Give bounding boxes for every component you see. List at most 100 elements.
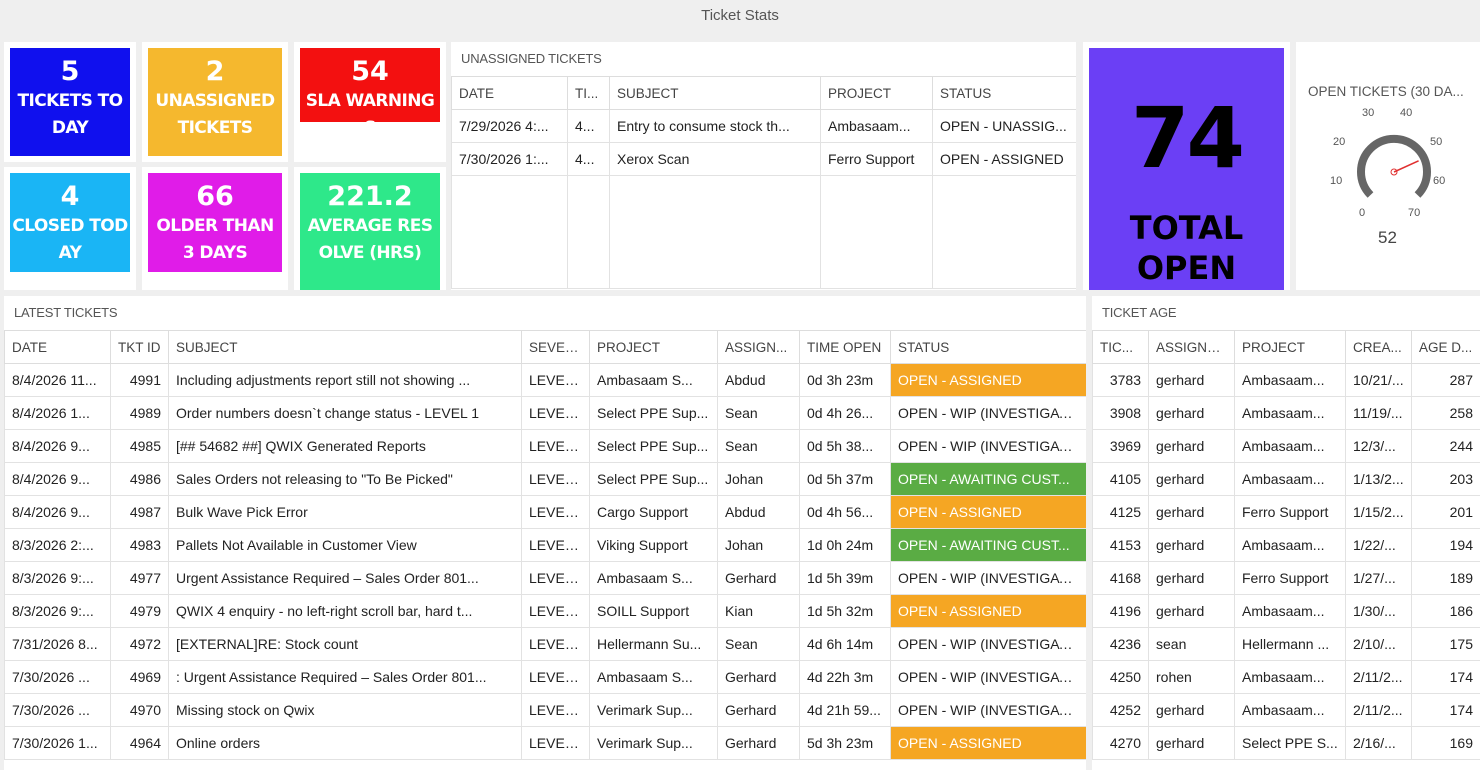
table-row[interactable]: 7/30/2026 ... 4969: Urgent Assistance Req… bbox=[4, 660, 1086, 694]
table-header-row: DATE TI... SUBJECT PROJECT STATUS bbox=[451, 76, 1076, 110]
table-row[interactable]: 8/3/2026 2:... 4983 Pallets Not Available … bbox=[4, 528, 1086, 562]
cell-project: Ambasaam... bbox=[1234, 660, 1346, 694]
table-row[interactable]: 8/4/2026 11... 4991 Including adjustments … bbox=[4, 363, 1086, 397]
cell-project: Ferro Support bbox=[1234, 561, 1346, 595]
table-row[interactable]: 7/31/2026 8... 4972 [EXTERNAL]RE: Stock co… bbox=[4, 627, 1086, 661]
cell-project: Hellermann Su... bbox=[589, 627, 718, 661]
tile-older-than-3-days[interactable]: 66 OLDER THAN 3 DAYS bbox=[142, 167, 288, 290]
column-header[interactable]: AGE D... bbox=[1411, 330, 1480, 364]
total-open-panel[interactable]: 74 TOTAL OPEN bbox=[1083, 42, 1290, 290]
table-row[interactable]: 7/30/2026 1:... 4... Xerox Scan Ferro Su… bbox=[451, 142, 1076, 176]
column-header[interactable]: TI... bbox=[567, 76, 610, 110]
table-row[interactable]: 4270 gerhard Select PPE S... 2/16/... 169 bbox=[1092, 726, 1480, 760]
cell-id: 4... bbox=[567, 142, 610, 176]
table-row[interactable]: 7/30/2026 ... 4970 Missing stock on Qwix LE… bbox=[4, 693, 1086, 727]
cell-age-days: 189 bbox=[1411, 561, 1480, 595]
table-row[interactable]: 3783 gerhard Ambasaam... 10/21/... 287 bbox=[1092, 363, 1480, 397]
cell-ticket-id: 4985 bbox=[110, 429, 169, 463]
tile-closed-today[interactable]: 4 CLOSED TODAY bbox=[4, 167, 136, 290]
cell-created: 1/30/... bbox=[1345, 594, 1412, 628]
cell-severity: LEVEL 3 bbox=[521, 363, 590, 397]
table-row[interactable]: 8/3/2026 9:... 4979 QWIX 4 enquiry - no le… bbox=[4, 594, 1086, 628]
empty-cell bbox=[451, 175, 568, 289]
table-row[interactable]: 3908 gerhard Ambasaam... 11/19/... 258 bbox=[1092, 396, 1480, 430]
table-row[interactable]: 7/30/2026 1... 4964 Online orders LEVEL 3 Ve… bbox=[4, 726, 1086, 760]
column-header[interactable]: STATUS bbox=[932, 76, 1076, 110]
tile-average-resolve[interactable]: 221.2 AVERAGE RESOLVE (HRS) bbox=[294, 167, 446, 290]
table-row[interactable]: 4153 gerhard Ambasaam... 1/22/... 194 bbox=[1092, 528, 1480, 562]
cell-assignee: Sean bbox=[717, 396, 800, 430]
column-header[interactable]: SEVER... bbox=[521, 330, 590, 364]
column-header[interactable]: TIME OPEN bbox=[799, 330, 891, 364]
cell-project: Select PPE Sup... bbox=[589, 462, 718, 496]
tile-value: 221.2 bbox=[327, 181, 413, 212]
column-header[interactable]: PROJECT bbox=[589, 330, 718, 364]
cell-created: 1/15/2... bbox=[1345, 495, 1412, 529]
table-row[interactable]: 3969 gerhard Ambasaam... 12/3/... 244 bbox=[1092, 429, 1480, 463]
table-row[interactable]: 4105 gerhard Ambasaam... 1/13/2... 203 bbox=[1092, 462, 1480, 496]
cell-subject: [EXTERNAL]RE: Stock count bbox=[168, 627, 522, 661]
table-row[interactable]: 4125 gerhard Ferro Support 1/15/2... 201 bbox=[1092, 495, 1480, 529]
table-row[interactable]: 4252 gerhard Ambasaam... 2/11/2... 174 bbox=[1092, 693, 1480, 727]
column-header[interactable]: TKT ID bbox=[110, 330, 169, 364]
cell-time-open: 1d 5h 32m bbox=[799, 594, 891, 628]
column-header[interactable]: ASSIGN... bbox=[717, 330, 800, 364]
cell-ticket-id: 4168 bbox=[1092, 561, 1149, 595]
cell-ticket-id: 4977 bbox=[110, 561, 169, 595]
table-row[interactable]: 7/29/2026 4:... 4... Entry to consume st… bbox=[451, 109, 1076, 143]
total-open-label: TOTAL OPEN bbox=[1129, 209, 1244, 287]
table-row[interactable]: 8/4/2026 9... 4986 Sales Orders not releas… bbox=[4, 462, 1086, 496]
column-header[interactable]: DATE bbox=[451, 76, 568, 110]
cell-subject: : Urgent Assistance Required – Sales Ord… bbox=[168, 660, 522, 694]
tile-tickets-today[interactable]: 5 TICKETS TODAY bbox=[4, 42, 136, 162]
total-open-tile: 74 TOTAL OPEN bbox=[1089, 48, 1284, 290]
cell-assignee: gerhard bbox=[1148, 693, 1235, 727]
column-header[interactable]: SUBJECT bbox=[609, 76, 821, 110]
table-row[interactable]: 8/4/2026 9... 4987 Bulk Wave Pick Error LEV… bbox=[4, 495, 1086, 529]
table-row[interactable]: 8/4/2026 1... 4989 Order numbers doesn`t c… bbox=[4, 396, 1086, 430]
tile-unassigned[interactable]: 2 UNASSIGNED TICKETS bbox=[142, 42, 288, 162]
cell-date: 7/30/2026 ... bbox=[4, 660, 111, 694]
column-header[interactable]: STATUS bbox=[890, 330, 1086, 364]
table-row[interactable]: 4196 gerhard Ambasaam... 1/30/... 186 bbox=[1092, 594, 1480, 628]
table-row[interactable]: 4168 gerhard Ferro Support 1/27/... 189 bbox=[1092, 561, 1480, 595]
table-row[interactable]: 8/3/2026 9:... 4977 Urgent Assistance Requ… bbox=[4, 561, 1086, 595]
cell-age-days: 244 bbox=[1411, 429, 1480, 463]
cell-time-open: 0d 5h 37m bbox=[799, 462, 891, 496]
cell-severity: LEVEL 2 bbox=[521, 561, 590, 595]
cell-ticket-id: 4250 bbox=[1092, 660, 1149, 694]
cell-assignee: rohen bbox=[1148, 660, 1235, 694]
cell-project: Ambasaam... bbox=[1234, 429, 1346, 463]
column-header[interactable]: SUBJECT bbox=[168, 330, 522, 364]
column-header[interactable]: ASSIGNE... bbox=[1148, 330, 1235, 364]
cell-age-days: 169 bbox=[1411, 726, 1480, 760]
cell-status: OPEN - ASSIGNED bbox=[932, 142, 1076, 176]
tile-sla-warnings[interactable]: 54 SLA WARNINGS bbox=[294, 42, 446, 162]
latest-tickets-table: DATE TKT ID SUBJECT SEVER... PROJECT ASS… bbox=[4, 330, 1086, 760]
empty-cell bbox=[567, 175, 610, 289]
column-header[interactable]: PROJECT bbox=[820, 76, 933, 110]
gauge-arc bbox=[1357, 134, 1431, 198]
cell-id: 4... bbox=[567, 109, 610, 143]
cell-assignee: Gerhard bbox=[717, 726, 800, 760]
cell-created: 2/10/... bbox=[1345, 627, 1412, 661]
column-header[interactable]: TIC... bbox=[1092, 330, 1149, 364]
column-header[interactable]: CREA... bbox=[1345, 330, 1412, 364]
cell-created: 1/13/2... bbox=[1345, 462, 1412, 496]
cell-project: SOILL Support bbox=[589, 594, 718, 628]
column-header[interactable]: PROJECT bbox=[1234, 330, 1346, 364]
tile-older-face: 66 OLDER THAN 3 DAYS bbox=[148, 173, 282, 272]
tile-sla-warnings-face: 54 SLA WARNINGS bbox=[300, 48, 440, 122]
table-row[interactable]: 4250 rohen Ambasaam... 2/11/2... 174 bbox=[1092, 660, 1480, 694]
panel-title: UNASSIGNED TICKETS bbox=[461, 51, 602, 66]
column-header[interactable]: DATE bbox=[4, 330, 111, 364]
cell-project: Select PPE S... bbox=[1234, 726, 1346, 760]
table-row[interactable]: 8/4/2026 9... 4985 [## 54682 ##] QWIX Gene… bbox=[4, 429, 1086, 463]
cell-status: OPEN - AWAITING CUST... bbox=[890, 528, 1086, 562]
cell-created: 10/21/... bbox=[1345, 363, 1412, 397]
cell-assignee: Gerhard bbox=[717, 693, 800, 727]
cell-assignee: sean bbox=[1148, 627, 1235, 661]
table-row[interactable]: 4236 sean Hellermann ... 2/10/... 175 bbox=[1092, 627, 1480, 661]
tile-unassigned-face: 2 UNASSIGNED TICKETS bbox=[148, 48, 282, 156]
cell-time-open: 0d 4h 26... bbox=[799, 396, 891, 430]
